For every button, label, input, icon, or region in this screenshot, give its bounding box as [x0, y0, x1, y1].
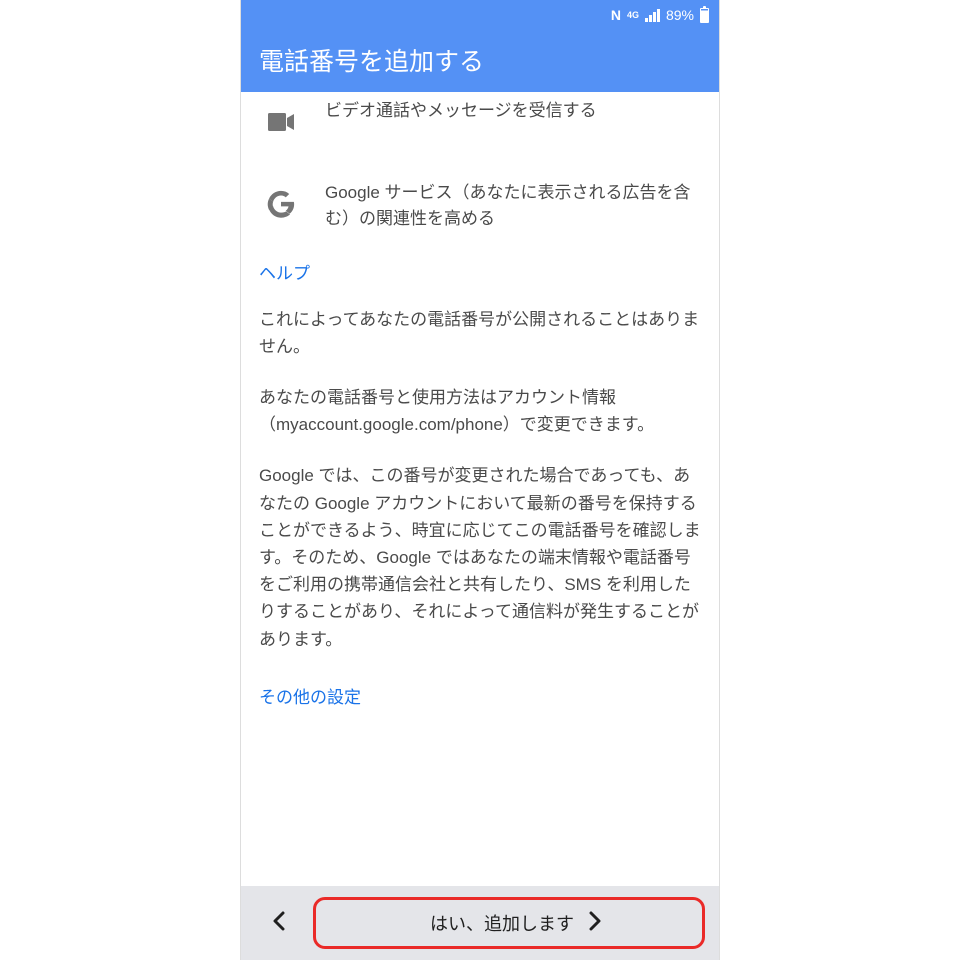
confirm-button-label: はい、追加します	[416, 910, 580, 936]
body-paragraph-3: Google では、この番号が変更された場合であっても、あなたの Google …	[259, 450, 701, 664]
network-indicator: 4G	[627, 11, 639, 20]
battery-percentage: 89%	[666, 7, 694, 23]
signal-icon	[645, 8, 660, 22]
status-bar: N 4G 89%	[241, 0, 719, 30]
feature-video-row: ビデオ通話やメッセージを受信する	[259, 92, 701, 150]
phone-frame: N 4G 89% 電話番号を追加する ビデオ通話やメッセージを受信する	[240, 0, 720, 960]
help-link[interactable]: ヘルプ	[259, 239, 310, 294]
battery-icon	[700, 8, 709, 23]
confirm-add-button[interactable]: はい、追加します	[313, 897, 705, 949]
video-camera-icon	[259, 100, 303, 144]
feature-google-text: Google サービス（あなたに表示される広告を含む）の関連性を高める	[325, 180, 701, 233]
chevron-right-icon	[588, 911, 602, 936]
app-bar: 電話番号を追加する	[241, 30, 719, 92]
body-paragraph-1: これによってあなたの電話番号が公開されることはありません。	[259, 294, 701, 372]
other-settings-link[interactable]: その他の設定	[259, 665, 361, 732]
chevron-left-icon	[272, 911, 286, 936]
nfc-icon: N	[611, 7, 621, 23]
back-button[interactable]	[255, 898, 303, 948]
google-g-icon	[259, 182, 303, 226]
feature-video-text: ビデオ通話やメッセージを受信する	[325, 98, 597, 124]
body-paragraph-2: あなたの電話番号と使用方法はアカウント情報（myaccount.google.c…	[259, 372, 701, 450]
feature-google-row: Google サービス（あなたに表示される広告を含む）の関連性を高める	[259, 174, 701, 239]
page-title: 電話番号を追加する	[259, 48, 484, 76]
content-scroll[interactable]: ビデオ通話やメッセージを受信する Google サービス（あなたに表示される広告…	[241, 92, 719, 886]
footer-bar: はい、追加します	[241, 886, 719, 960]
